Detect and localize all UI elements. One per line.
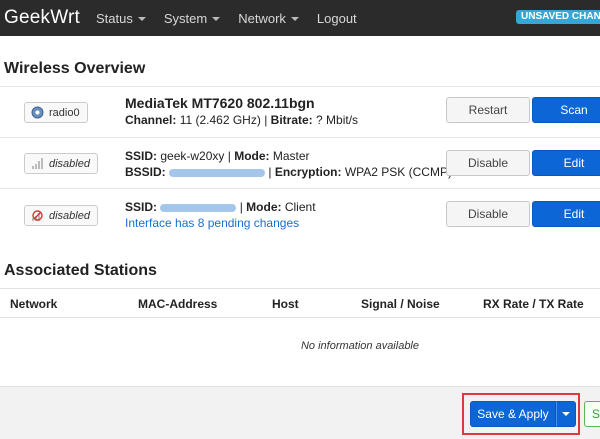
bssid-redacted — [169, 168, 266, 177]
save-apply-button[interactable]: Save & Apply — [470, 401, 556, 427]
disable-button-2[interactable]: Disable — [446, 201, 530, 227]
edit-button-1[interactable]: Edit — [532, 150, 600, 176]
mode-label: Mode: — [234, 149, 270, 163]
separator: | — [239, 200, 243, 214]
ssid-redacted — [160, 203, 237, 212]
disable-button-1[interactable]: Disable — [446, 150, 530, 176]
top-navbar: GeekWrt Status System Network Logout UNS… — [0, 0, 600, 36]
brand-logo[interactable]: GeekWrt — [4, 7, 80, 29]
stations-table-header: Network MAC-Address Host Signal / Noise … — [0, 288, 600, 318]
radio-info: MediaTek MT7620 802.11bgn Channel: 11 (2… — [125, 94, 358, 128]
network-row-2: disabled SSID: | Mode: Client Interface … — [0, 188, 600, 238]
menu-network[interactable]: Network — [238, 11, 299, 26]
no-information-text: No information available — [300, 340, 419, 352]
signal-disabled-icon — [31, 157, 44, 170]
channel-value: 11 (2.462 GHz) — [179, 113, 261, 127]
network1-line2: BSSID: | Encryption: WPA2 PSK (CCMP) — [125, 164, 452, 180]
ssid-value: geek-w20xy — [160, 149, 225, 163]
network1-badge-label: disabled — [49, 157, 90, 170]
network1-badge: disabled — [24, 153, 98, 174]
network1-info: SSID: geek-w20xy | Mode: Master BSSID: |… — [125, 148, 452, 180]
chevron-down-icon — [137, 16, 146, 21]
radio-title: MediaTek MT7620 802.11bgn — [125, 95, 315, 111]
separator: | — [264, 113, 268, 127]
menu-network-label: Network — [238, 10, 286, 26]
radio-badge-label: radio0 — [49, 106, 80, 119]
encryption-label: Encryption: — [274, 165, 342, 179]
col-network: Network — [10, 297, 58, 311]
col-host: Host — [272, 297, 299, 311]
bitrate-value: ? Mbit/s — [316, 113, 359, 127]
col-mac-address: MAC-Address — [138, 297, 218, 311]
save-apply-group: Save & Apply — [470, 401, 576, 427]
edit-button-2[interactable]: Edit — [532, 201, 600, 227]
radio-badge: radio0 — [24, 102, 88, 123]
signal-disabled-icon — [31, 209, 44, 222]
chevron-down-icon — [562, 412, 570, 416]
network-row-1: disabled SSID: geek-w20xy | Mode: Master… — [0, 137, 600, 187]
radio-icon — [31, 106, 44, 119]
ssid-label: SSID: — [125, 200, 158, 214]
mode-value: Client — [284, 200, 316, 214]
network2-badge: disabled — [24, 205, 98, 226]
scan-button[interactable]: Scan — [532, 97, 600, 123]
bssid-label: BSSID: — [125, 165, 166, 179]
network1-line1: SSID: geek-w20xy | Mode: Master — [125, 148, 452, 164]
network2-badge-label: disabled — [49, 209, 90, 222]
save-apply-dropdown-button[interactable] — [556, 401, 576, 427]
bitrate-label: Bitrate: — [270, 113, 313, 127]
separator: | — [227, 149, 231, 163]
col-signal-noise: Signal / Noise — [361, 297, 440, 311]
separator: | — [268, 165, 272, 179]
unsaved-changes-badge[interactable]: UNSAVED CHANGE — [516, 10, 600, 24]
main-menu: Status System Network Logout — [96, 11, 375, 26]
radio-row: radio0 MediaTek MT7620 802.11bgn Channel… — [0, 86, 600, 136]
pending-changes-link[interactable]: Interface has 8 pending changes — [125, 215, 316, 231]
menu-logout-label: Logout — [316, 10, 357, 26]
network2-line1: SSID: | Mode: Client — [125, 199, 316, 215]
menu-system[interactable]: System — [163, 10, 221, 26]
radio-details: Channel: 11 (2.462 GHz) | Bitrate: ? Mbi… — [125, 112, 358, 128]
wireless-overview-heading: Wireless Overview — [4, 60, 146, 77]
col-rx-tx-rate: RX Rate / TX Rate — [483, 297, 584, 311]
menu-status-label: Status — [96, 10, 133, 26]
menu-status[interactable]: Status — [96, 11, 146, 26]
ssid-label: SSID: — [125, 149, 158, 163]
menu-logout[interactable]: Logout — [317, 11, 357, 26]
mode-label: Mode: — [246, 200, 282, 214]
chevron-down-icon — [290, 16, 299, 21]
channel-label: Channel: — [125, 113, 177, 127]
menu-system-label: System — [163, 10, 208, 26]
mode-value: Master — [272, 149, 310, 163]
restart-button[interactable]: Restart — [446, 97, 530, 123]
encryption-value: WPA2 PSK (CCMP) — [344, 165, 452, 179]
save-button[interactable]: Sa — [584, 401, 600, 427]
chevron-down-icon — [212, 16, 221, 21]
associated-stations-heading: Associated Stations — [4, 262, 157, 279]
network2-info: SSID: | Mode: Client Interface has 8 pen… — [125, 199, 316, 231]
